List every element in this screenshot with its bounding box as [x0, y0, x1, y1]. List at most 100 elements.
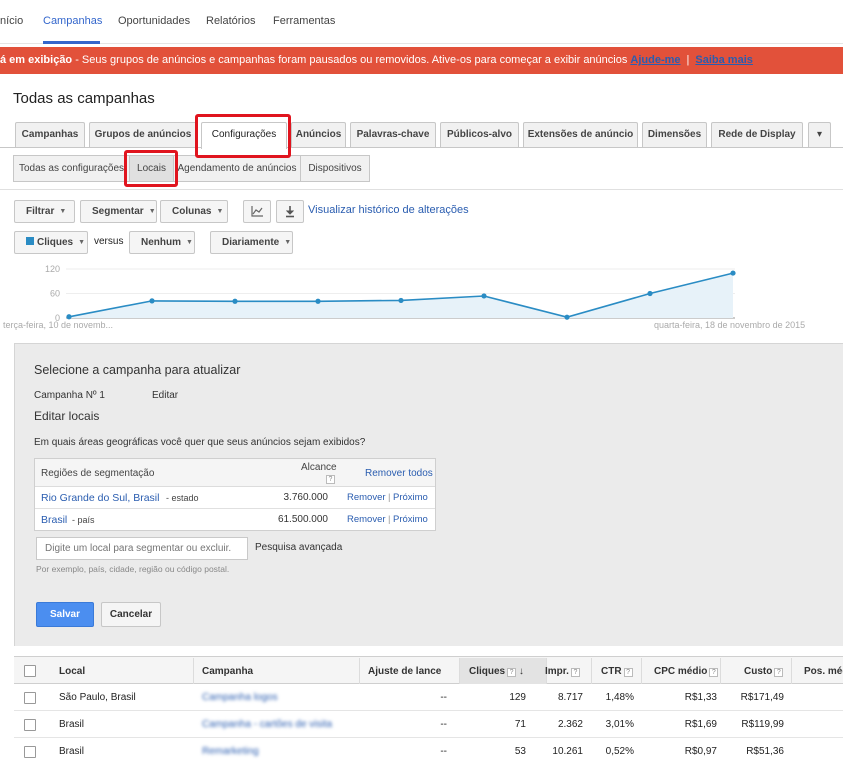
- col-pos-media[interactable]: Pos. méd: [804, 666, 843, 677]
- download-button[interactable]: [276, 200, 304, 223]
- chart-end-date: quarta-feira, 18 de novembro de 2015: [654, 320, 806, 330]
- chart-data-point[interactable]: [315, 298, 321, 304]
- col-custo[interactable]: Custo?: [744, 666, 784, 677]
- tab-more-dropdown[interactable]: ▾: [808, 122, 831, 147]
- chart-data-point[interactable]: [647, 290, 653, 297]
- nav-inicio[interactable]: nício: [0, 15, 23, 27]
- help-icon[interactable]: ?: [709, 668, 719, 677]
- location-row: Brasil - país 61.500.000 Remover | Próxi…: [35, 509, 435, 531]
- cell-campaign-link[interactable]: Campanha - cartões de visita: [202, 719, 332, 730]
- col-ctr[interactable]: CTR?: [601, 666, 633, 677]
- table-row: São Paulo, Brasil Campanha logos -- 129 …: [14, 684, 843, 711]
- col-campanha[interactable]: Campanha: [202, 666, 253, 677]
- metric2-select[interactable]: Nenhum ▼: [129, 231, 195, 254]
- caret-down-icon: ▼: [78, 239, 86, 246]
- chart-data-point[interactable]: [398, 297, 404, 304]
- geo-question: Em quais áreas geográficas você quer que…: [34, 437, 366, 448]
- cell-local: São Paulo, Brasil: [59, 692, 136, 703]
- col-cpc-medio[interactable]: CPC médio?: [654, 666, 719, 677]
- advanced-search-link[interactable]: Pesquisa avançada: [255, 542, 342, 553]
- col-custo-label: Custo: [744, 666, 773, 677]
- cell-campaign-link[interactable]: Campanha logos: [202, 692, 278, 703]
- location-row: Rio Grande do Sul, Brasil - estado 3.760…: [35, 487, 435, 509]
- cell-ctr: 1,48%: [605, 692, 634, 703]
- col-ajuste-de-lance[interactable]: Ajuste de lance: [368, 666, 441, 677]
- segment-button[interactable]: Segmentar ▼: [80, 200, 157, 223]
- metric1-select[interactable]: Cliques ▼: [14, 231, 88, 254]
- alert-separator: |: [686, 54, 690, 66]
- chart-toggle-button[interactable]: [243, 200, 271, 223]
- help-icon[interactable]: ?: [507, 668, 517, 677]
- alert-more-link[interactable]: Saiba mais: [695, 54, 752, 66]
- tab-extensoes-de-anuncio[interactable]: Extensões de anúncio: [523, 122, 638, 147]
- nav-ferramentas[interactable]: Ferramentas: [273, 15, 335, 27]
- column-separator: [720, 658, 721, 684]
- col-impr-label: Impr.: [545, 666, 569, 677]
- col-local[interactable]: Local: [59, 666, 85, 677]
- chart-data-point[interactable]: [730, 270, 736, 276]
- nav-relatorios[interactable]: Relatórios: [206, 15, 256, 27]
- campaign-label: Campanha Nº 1: [34, 390, 105, 401]
- tab-dimensoes[interactable]: Dimensões: [642, 122, 707, 147]
- columns-button[interactable]: Colunas ▼: [160, 200, 228, 223]
- location-name-link[interactable]: Brasil: [41, 514, 67, 526]
- col-regions: Regiões de segmentação: [41, 468, 155, 479]
- alert-lead: á em exibição: [0, 54, 73, 66]
- filter-button[interactable]: Filtrar ▼: [14, 200, 75, 223]
- nearby-link[interactable]: Próximo: [393, 492, 428, 503]
- nav-campanhas[interactable]: Campanhas: [43, 15, 102, 27]
- subtab-todas-as-configuracoes[interactable]: Todas as configurações: [13, 155, 130, 182]
- help-icon[interactable]: ?: [326, 475, 335, 484]
- chart-data-point[interactable]: [66, 314, 72, 320]
- remove-location-link[interactable]: Remover: [347, 514, 386, 525]
- save-button[interactable]: Salvar: [36, 602, 94, 627]
- chart-data-point[interactable]: [564, 314, 570, 320]
- tab-rede-de-display[interactable]: Rede de Display: [711, 122, 803, 147]
- period-label: Diariamente: [222, 237, 280, 248]
- row-checkbox[interactable]: [24, 719, 36, 731]
- cell-clicks: 71: [514, 719, 526, 730]
- active-nav-indicator: [43, 41, 100, 44]
- page-title: Todas as campanhas: [13, 90, 155, 107]
- nav-oportunidades[interactable]: Oportunidades: [118, 15, 190, 27]
- edit-locations-title: Editar locais: [34, 409, 100, 423]
- highlight-configuracoes: [195, 114, 291, 158]
- location-name-link[interactable]: Rio Grande do Sul, Brasil: [41, 492, 159, 504]
- segment-label: Segmentar: [92, 206, 144, 217]
- tab-publicos-alvo[interactable]: Públicos-alvo: [440, 122, 519, 147]
- select-all-checkbox[interactable]: [24, 665, 36, 677]
- tab-anuncios[interactable]: Anúncios: [291, 122, 346, 147]
- subtab-dispositivos[interactable]: Dispositivos: [300, 155, 370, 182]
- chart-data-point[interactable]: [149, 298, 155, 304]
- help-icon[interactable]: ?: [623, 668, 633, 677]
- chart-data-point[interactable]: [232, 298, 238, 304]
- caret-down-icon: ▼: [186, 239, 193, 246]
- caret-down-icon: ▼: [284, 239, 292, 246]
- tab-campanhas[interactable]: Campanhas: [15, 122, 85, 147]
- chart-data-point[interactable]: [481, 293, 487, 299]
- edit-campaign-link[interactable]: Editar: [152, 390, 178, 401]
- location-search-input[interactable]: [36, 537, 248, 560]
- cell-campaign-link[interactable]: Remarketing: [202, 746, 259, 757]
- cell-cost: R$171,49: [740, 692, 784, 703]
- row-checkbox[interactable]: [24, 692, 36, 704]
- help-icon[interactable]: ?: [774, 668, 784, 677]
- location-type: - estado: [166, 493, 199, 503]
- col-cliques[interactable]: Cliques? ↓: [469, 666, 524, 677]
- help-icon[interactable]: ?: [570, 668, 580, 677]
- cell-cpc: R$1,69: [684, 719, 717, 730]
- subtab-agendamento-de-anuncios[interactable]: Agendamento de anúncios: [173, 155, 301, 182]
- change-history-link[interactable]: Visualizar histórico de alterações: [308, 204, 469, 216]
- col-impr[interactable]: Impr.?: [545, 666, 580, 677]
- cell-impressions: 2.362: [557, 719, 583, 730]
- remove-location-link[interactable]: Remover: [347, 492, 386, 503]
- cancel-button[interactable]: Cancelar: [101, 602, 161, 627]
- tab-palavras-chave[interactable]: Palavras-chave: [350, 122, 436, 147]
- remove-all-link[interactable]: Remover todos: [365, 468, 433, 479]
- period-select[interactable]: Diariamente ▼: [210, 231, 293, 254]
- versus-label: versus: [94, 236, 124, 247]
- alert-help-link[interactable]: Ajude-me: [630, 54, 680, 66]
- tab-grupos-de-anuncios[interactable]: Grupos de anúncios: [89, 122, 197, 147]
- row-checkbox[interactable]: [24, 746, 36, 758]
- nearby-link[interactable]: Próximo: [393, 514, 428, 525]
